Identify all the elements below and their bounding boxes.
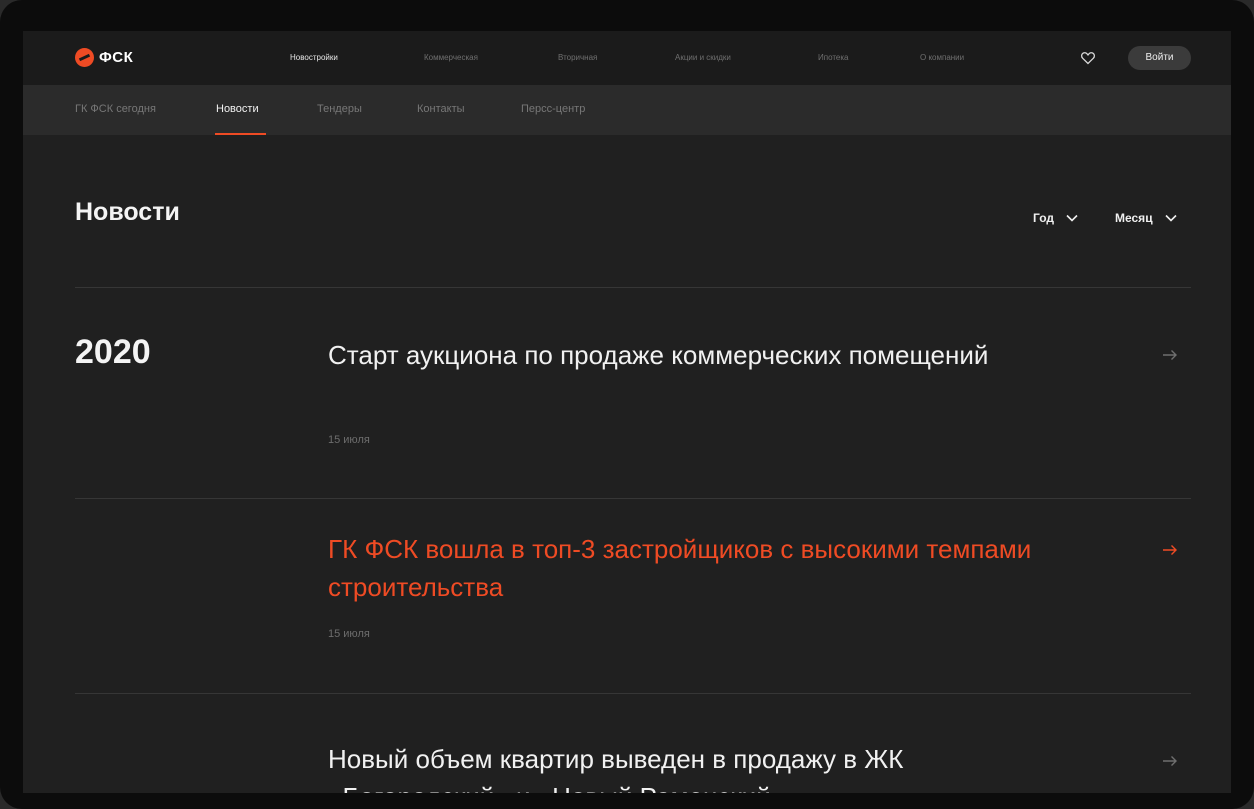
nav-item-secondary[interactable]: Вторичная bbox=[558, 53, 597, 62]
nav-item-commercial[interactable]: Коммерческая bbox=[424, 53, 478, 62]
news-year: 2020 bbox=[75, 333, 151, 371]
year-filter-label: Год bbox=[1033, 211, 1054, 225]
chevron-down-icon bbox=[1066, 214, 1078, 222]
subnav-item-news[interactable]: Новости bbox=[216, 103, 259, 115]
nav-item-mortgage[interactable]: Ипотека bbox=[818, 53, 849, 62]
subnav-item-company-today[interactable]: ГК ФСК сегодня bbox=[75, 103, 156, 115]
nav-item-about[interactable]: О компании bbox=[920, 53, 964, 62]
news-item-title[interactable]: Новый объем квартир выведен в продажу в … bbox=[328, 740, 1048, 793]
header-divider bbox=[75, 287, 1191, 288]
nav-item-new-buildings[interactable]: Новостройки bbox=[290, 53, 338, 62]
subnav-item-tenders[interactable]: Тендеры bbox=[317, 103, 362, 115]
chevron-down-icon bbox=[1165, 214, 1177, 222]
month-filter-dropdown[interactable]: Месяц bbox=[1115, 211, 1177, 225]
news-item-title[interactable]: ГК ФСК вошла в топ-3 застройщиков с высо… bbox=[328, 530, 1048, 606]
active-tab-indicator bbox=[215, 133, 266, 135]
subnav-item-press-center[interactable]: Персс-центр bbox=[521, 103, 585, 115]
heart-icon[interactable] bbox=[1080, 50, 1096, 66]
news-divider bbox=[75, 498, 1191, 499]
year-filter-dropdown[interactable]: Год bbox=[1033, 211, 1078, 225]
device-frame: ФСК Новостройки Коммерческая Вторичная А… bbox=[0, 0, 1254, 809]
arrow-right-icon[interactable] bbox=[1161, 755, 1179, 767]
arrow-right-icon[interactable] bbox=[1161, 544, 1179, 556]
page-title: Новости bbox=[75, 198, 180, 226]
top-header: ФСК Новостройки Коммерческая Вторичная А… bbox=[23, 31, 1231, 85]
login-button[interactable]: Войти bbox=[1128, 46, 1191, 70]
news-item-date: 15 июля bbox=[328, 628, 370, 640]
news-item-title[interactable]: Старт аукциона по продаже коммерческих п… bbox=[328, 336, 1048, 374]
news-item-date: 15 июля bbox=[328, 434, 370, 446]
month-filter-label: Месяц bbox=[1115, 211, 1153, 225]
news-divider bbox=[75, 693, 1191, 694]
arrow-right-icon[interactable] bbox=[1161, 349, 1179, 361]
sub-nav: ГК ФСК сегодня Новости Тендеры Контакты … bbox=[23, 85, 1231, 135]
nav-item-promotions[interactable]: Акции и скидки bbox=[675, 53, 731, 62]
main-nav: Новостройки Коммерческая Вторичная Акции… bbox=[23, 53, 1231, 65]
subnav-item-contacts[interactable]: Контакты bbox=[417, 103, 465, 115]
browser-viewport: ФСК Новостройки Коммерческая Вторичная А… bbox=[23, 31, 1231, 793]
